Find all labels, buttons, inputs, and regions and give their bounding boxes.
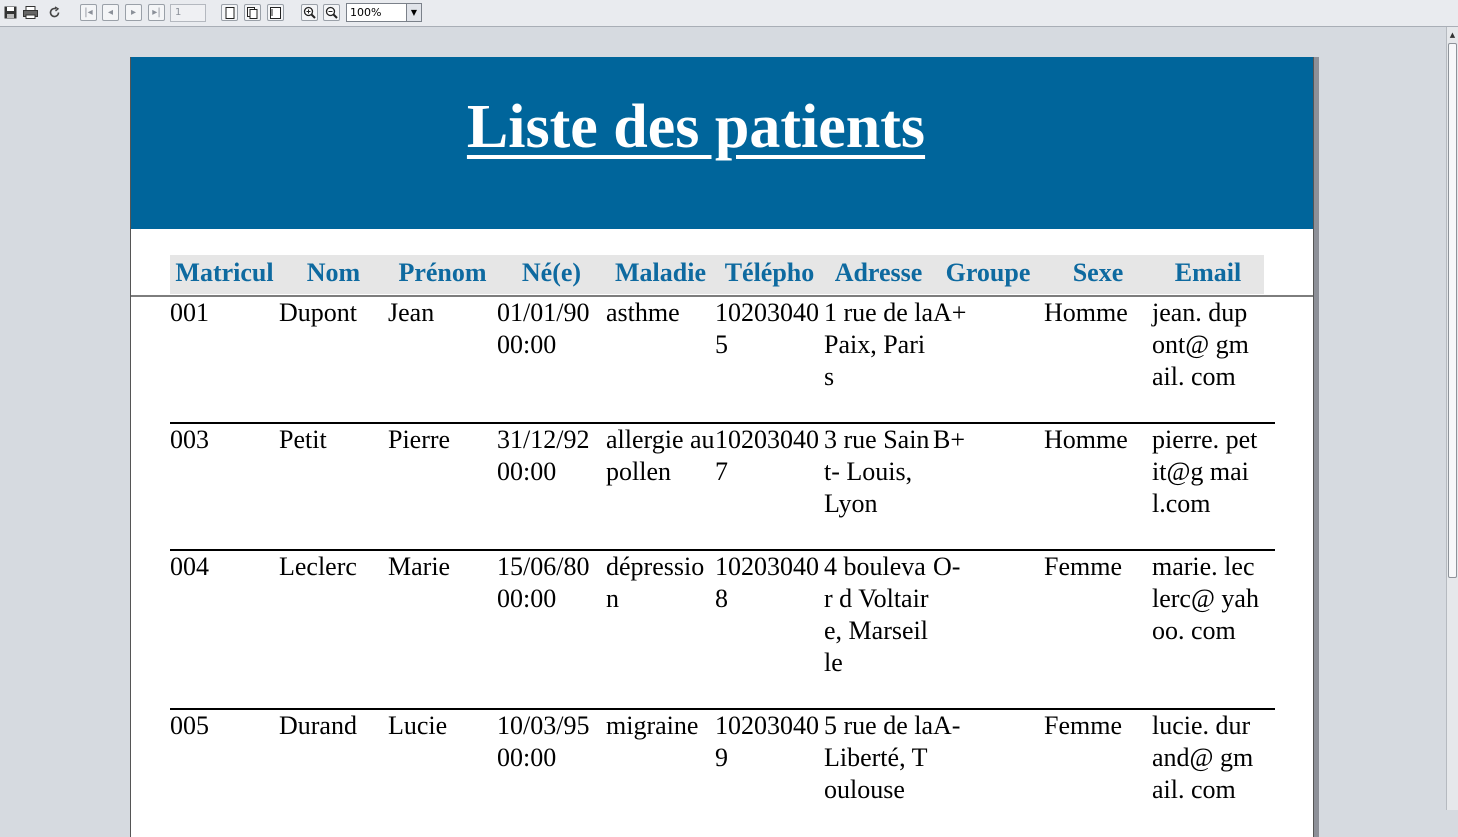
cell-sexe: Femme xyxy=(1044,711,1122,740)
cell-groupe: B+ xyxy=(933,425,966,454)
continuous-page-icon[interactable] xyxy=(244,4,261,21)
cell-ne: 10/03/95 00:00 xyxy=(497,711,590,772)
dropdown-arrow-icon[interactable]: ▼ xyxy=(406,4,421,21)
cell-groupe: A+ xyxy=(933,298,967,327)
page-number-input[interactable]: 1 xyxy=(170,4,206,22)
cell-sexe: Homme xyxy=(1044,425,1128,454)
cell-adresse: 5 rue de la Liberté, Toulouse xyxy=(824,711,934,804)
header-maladie: Maladie xyxy=(615,258,706,287)
header-matricule: Matricul xyxy=(175,258,274,287)
zoom-select[interactable]: 100% ▼ xyxy=(346,3,422,22)
cell-ne: 15/06/80 00:00 xyxy=(497,552,590,613)
cell-telephone: 102030407 xyxy=(715,425,819,486)
viewer-toolbar: |◂ ◂ ▸ ▸| 1 100% ▼ xyxy=(0,0,1458,27)
cell-telephone: 102030408 xyxy=(715,552,819,613)
cell-telephone: 102030405 xyxy=(715,298,819,359)
cell-maladie: allergie au pollen xyxy=(606,425,715,486)
cell-maladie: migraine xyxy=(606,711,699,740)
cell-maladie: asthme xyxy=(606,298,680,327)
cell-matricule: 001 xyxy=(170,298,209,327)
document-viewer: Liste des patients Matricul Nom Prénom Né(e… xyxy=(0,27,1446,837)
cell-sexe: Homme xyxy=(1044,298,1128,327)
header-prenom: Prénom xyxy=(398,258,487,287)
cell-email: lucie. durand@ gmail. com xyxy=(1152,711,1254,804)
cell-adresse: 3 rue Saint- Louis, Lyon xyxy=(824,425,930,518)
cell-matricule: 003 xyxy=(170,425,209,454)
header-telephone: Télépho xyxy=(724,258,815,287)
cell-nom: Leclerc xyxy=(279,552,357,581)
table-row: 005 Durand Lucie 10/03/95 00:00 migraine 1020… xyxy=(170,710,1275,837)
prev-page-icon[interactable]: ◂ xyxy=(102,4,119,21)
cell-groupe: O- xyxy=(933,552,961,581)
reload-icon[interactable] xyxy=(46,4,63,21)
cell-telephone: 102030409 xyxy=(715,711,819,772)
last-page-icon[interactable]: ▸| xyxy=(148,4,165,21)
zoom-in-icon[interactable] xyxy=(301,4,318,21)
cell-matricule: 005 xyxy=(170,711,209,740)
cell-maladie: dépressio n xyxy=(606,552,705,613)
table-row: 001 Dupont Jean 01/01/90 00:00 asthme 1020304… xyxy=(170,297,1275,424)
print-icon[interactable] xyxy=(22,4,39,21)
zoom-value: 100% xyxy=(350,6,382,19)
vertical-scrollbar[interactable]: ▲ xyxy=(1446,27,1458,810)
cell-nom: Dupont xyxy=(279,298,357,327)
cell-ne: 31/12/92 00:00 xyxy=(497,425,590,486)
cell-prenom: Marie xyxy=(388,552,451,581)
table-row: 003 Petit Pierre 31/12/92 00:00 allergie au … xyxy=(170,424,1275,551)
report-header-banner: Liste des patients xyxy=(131,57,1313,229)
scroll-up-icon[interactable]: ▲ xyxy=(1447,29,1458,41)
cell-nom: Petit xyxy=(279,425,327,454)
cell-adresse: 4 boulevar d Voltaire, Marseille xyxy=(824,552,929,677)
header-adresse: Adresse xyxy=(834,258,923,287)
header-sexe: Sexe xyxy=(1072,258,1124,287)
header-email: Email xyxy=(1174,258,1242,287)
cell-groupe: A- xyxy=(933,711,961,740)
cell-nom: Durand xyxy=(279,711,357,740)
cell-ne: 01/01/90 00:00 xyxy=(497,298,590,359)
header-nom: Nom xyxy=(306,258,361,287)
page-shadow xyxy=(1314,57,1319,837)
cell-prenom: Pierre xyxy=(388,425,451,454)
report-title: Liste des patients xyxy=(466,93,926,161)
cell-email: pierre. petit@g mail.com xyxy=(1152,425,1258,518)
cell-prenom: Jean xyxy=(388,298,435,327)
single-page-icon[interactable] xyxy=(221,4,238,21)
scrollbar-thumb[interactable] xyxy=(1448,43,1457,578)
table-row: 004 Leclerc Marie 15/06/80 00:00 dépressio n… xyxy=(170,551,1275,710)
cell-sexe: Femme xyxy=(1044,552,1122,581)
cell-prenom: Lucie xyxy=(388,711,448,740)
cell-adresse: 1 rue de la Paix, Paris xyxy=(824,298,934,391)
cell-email: marie. leclerc@ yahoo. com xyxy=(1152,552,1259,645)
next-page-icon[interactable]: ▸ xyxy=(125,4,142,21)
header-groupe: Groupe xyxy=(945,258,1031,287)
cell-matricule: 004 xyxy=(170,552,209,581)
header-ne: Né(e) xyxy=(521,258,582,287)
save-icon[interactable] xyxy=(2,4,19,21)
zoom-out-icon[interactable] xyxy=(323,4,340,21)
cell-email: jean. dupont@ gmail. com xyxy=(1152,298,1249,391)
report-page: Liste des patients Matricul Nom Prénom Né(e… xyxy=(130,57,1314,837)
first-page-icon[interactable]: |◂ xyxy=(80,4,97,21)
facing-page-icon[interactable] xyxy=(267,4,284,21)
table-header: Matricul Nom Prénom Né(e) Maladie Télépho Adre… xyxy=(170,255,1264,294)
